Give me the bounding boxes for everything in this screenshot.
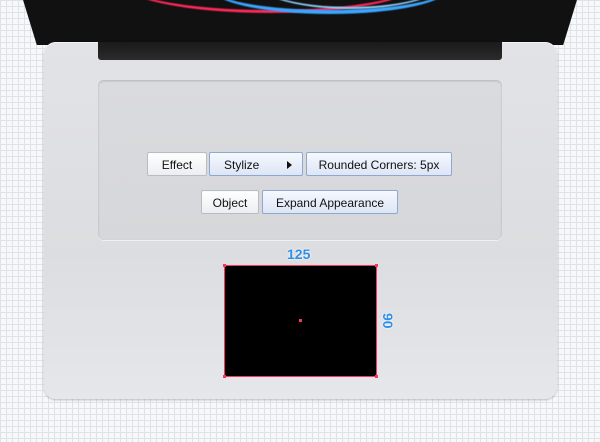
selected-rectangle[interactable] [223,264,378,378]
laptop-screen [20,0,580,45]
rounded-corners-menu-item[interactable]: Rounded Corners: 5px [306,152,452,176]
corner-anchor-bottom-left[interactable] [223,375,226,378]
width-dimension-label: 125 [287,246,311,262]
effect-menu-button[interactable]: Effect [147,152,207,176]
stylize-menu-button[interactable]: Stylize [209,152,303,176]
corner-anchor-bottom-right[interactable] [375,375,378,378]
submenu-arrow-icon [287,161,292,169]
expand-appearance-menu-item[interactable]: Expand Appearance [262,190,398,214]
center-point [299,319,302,322]
stylize-label: Stylize [224,158,260,172]
object-menu-button[interactable]: Object [201,190,259,214]
height-dimension-label: 90 [380,313,396,329]
laptop-hinge [98,42,502,60]
corner-anchor-top-right[interactable] [375,264,378,267]
corner-anchor-top-left[interactable] [223,264,226,267]
